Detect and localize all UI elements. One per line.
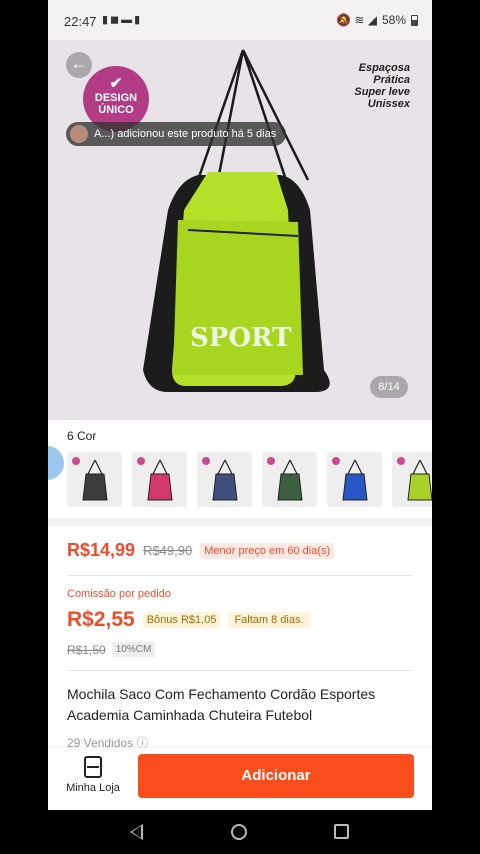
bag-thumb-icon [212, 459, 238, 501]
bonus-badge: Bônus R$1,05 [142, 612, 221, 628]
check-icon: ✔ [109, 75, 123, 92]
price-row: R$14,99 R$49,90 Menor preço em 60 dia(s) [67, 540, 335, 561]
bag-thumb-icon [82, 459, 108, 501]
toast-text: A...) adicionou este produto há 5 dias [94, 128, 277, 140]
variant-thumb-6[interactable] [392, 452, 432, 507]
my-store-button[interactable]: Minha Loja [62, 756, 124, 794]
feature-item: Unissex [367, 98, 410, 110]
section-divider [48, 518, 432, 526]
battery-icon [411, 14, 418, 26]
product-image-carousel[interactable]: SPORT ← ✔ DESIGN ÚNICO Espaçosa Prática … [48, 40, 432, 420]
feature-item: Prática [373, 74, 410, 86]
status-time: 22:47 [64, 14, 97, 29]
avatar [70, 125, 88, 143]
commission-row: R$2,55 Bônus R$1,05 Faltam 8 dias. [67, 608, 310, 632]
divider [67, 575, 413, 576]
old-commission: R$1,50 [67, 642, 106, 657]
back-button[interactable]: ← [66, 52, 92, 78]
badge-line1: DESIGN [94, 92, 138, 104]
bag-thumb-icon [147, 459, 173, 501]
variant-label: 6 Cor [67, 429, 97, 443]
product-title: Mochila Saco Com Fechamento Cordão Espor… [67, 686, 376, 723]
status-bar: 22:47 ▮◼▬▮ 🔕 ≋ ◢ 58% [48, 0, 432, 40]
feature-list: Espaçosa Prática Super leve Unissex [354, 62, 410, 110]
app-screen: 22:47 ▮◼▬▮ 🔕 ≋ ◢ 58% SPORT ← ✔ DESIGN ÚN… [48, 0, 432, 810]
badge-line2: ÚNICO [98, 104, 134, 116]
variant-list [67, 452, 432, 507]
notification-icons: ▮◼▬▮ [102, 14, 143, 26]
store-icon [84, 756, 102, 778]
nav-recents-icon[interactable] [334, 824, 349, 839]
deadline-badge: Faltam 8 dias. [228, 612, 310, 628]
bag-thumb-icon [342, 459, 368, 501]
variant-thumb-2[interactable] [132, 452, 187, 507]
nav-back-icon[interactable] [130, 824, 143, 840]
recent-add-toast: A...) adicionou este produto há 5 dias [66, 122, 287, 146]
system-icons: 🔕 ≋ ◢ [336, 13, 377, 27]
lowest-price-badge: Menor preço em 60 dia(s) [200, 542, 335, 559]
old-price: R$49,90 [143, 543, 193, 558]
variant-thumb-3[interactable] [197, 452, 252, 507]
divider [67, 670, 413, 671]
add-button[interactable]: Adicionar [138, 754, 414, 798]
back-arrow-icon: ← [70, 54, 88, 73]
my-store-label: Minha Loja [66, 782, 120, 794]
commission-percent: 10%CM [111, 642, 156, 657]
current-price: R$14,99 [67, 540, 136, 560]
floating-chat-bubble[interactable] [48, 446, 64, 480]
image-counter: 8/14 [370, 376, 408, 398]
battery-percent: 58% [381, 13, 406, 27]
feature-item: Super leve [354, 86, 410, 98]
system-nav-bar [0, 810, 480, 854]
variant-thumb-5[interactable] [327, 452, 382, 507]
commission-label: Comissão por pedido [67, 588, 171, 600]
commission-value: R$2,55 [67, 608, 135, 631]
nav-home-icon[interactable] [231, 824, 247, 840]
old-commission-row: R$1,50 10%CM [67, 642, 156, 657]
variant-thumb-4[interactable] [262, 452, 317, 507]
variant-thumb-1[interactable] [67, 452, 122, 507]
bag-thumb-icon [407, 459, 432, 501]
bag-thumb-icon [277, 459, 303, 501]
bottom-action-bar: Minha Loja Adicionar [48, 748, 432, 810]
status-right: 🔕 ≋ ◢ 58% [336, 13, 418, 27]
feature-item: Espaçosa [358, 62, 410, 74]
bag-sport-text: SPORT [190, 323, 292, 353]
